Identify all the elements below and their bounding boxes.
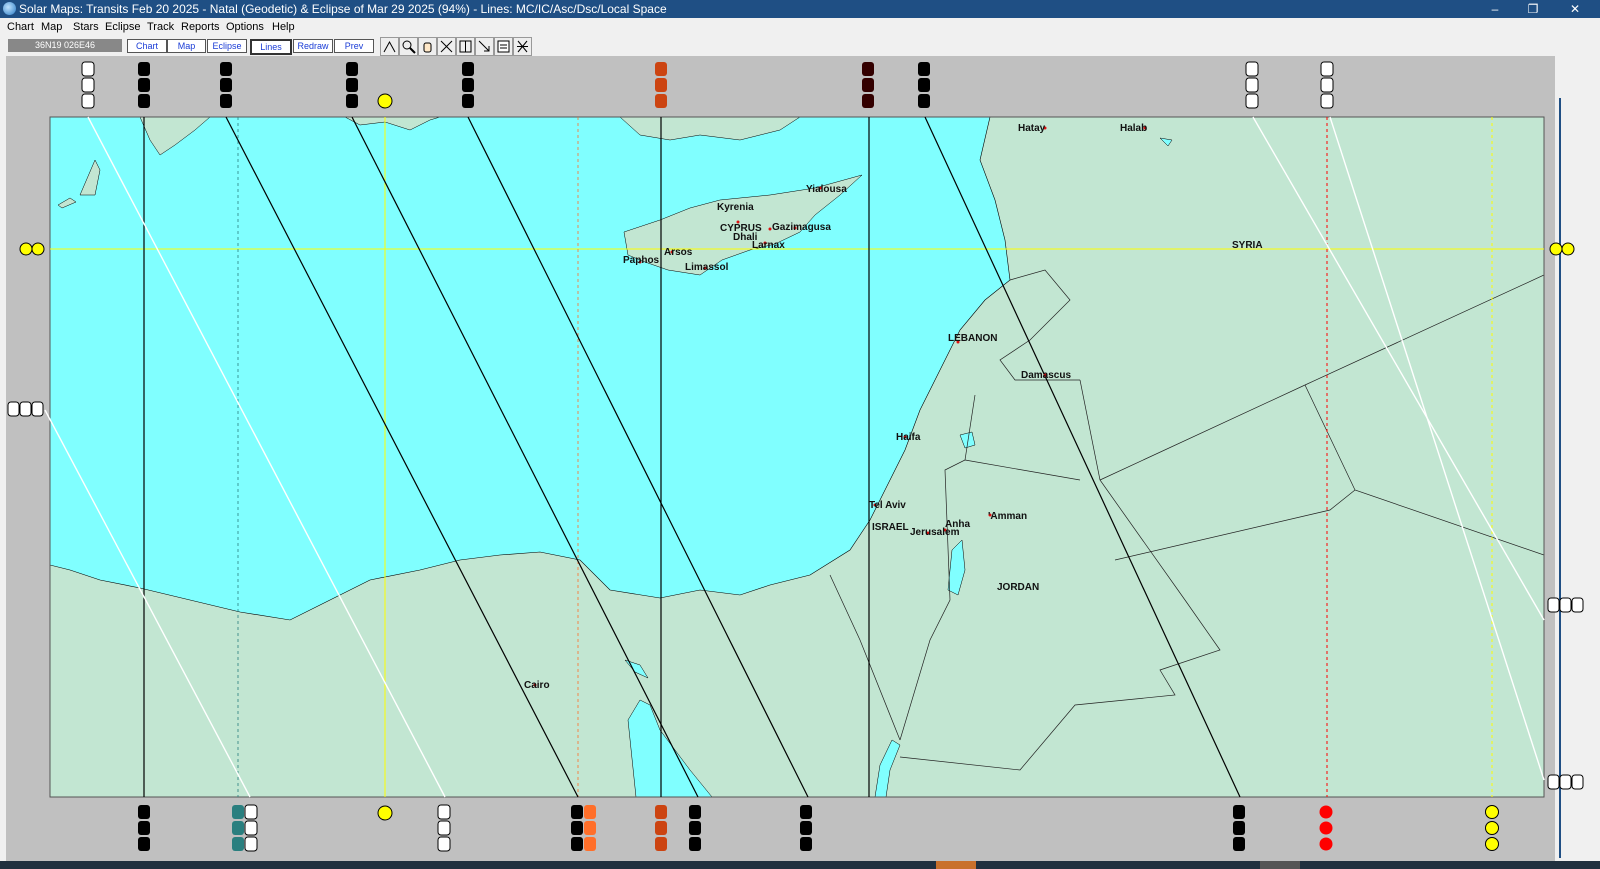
top-marker-saturn <box>862 62 874 108</box>
label-kyrenia: Kyrenia <box>717 202 754 213</box>
map-canvas[interactable]: Hatay Halab SYRIA Kyrenia Yialousa CYPRU… <box>0 0 1600 869</box>
right-marker-sun-line <box>1549 242 1575 256</box>
top-marker-mercury <box>1245 61 1259 109</box>
top-marker-sun <box>377 93 393 109</box>
bottom-marker-uranus <box>437 804 451 852</box>
label-syria: SYRIA <box>1232 240 1263 251</box>
label-jordan: JORDAN <box>997 582 1039 593</box>
label-yialousa: Yialousa <box>806 184 847 195</box>
label-haifa: Haifa <box>896 432 921 443</box>
bottom-marker-mars <box>1233 805 1245 851</box>
top-marker-moon <box>1320 61 1334 109</box>
label-amman: 'Amman <box>988 511 1027 522</box>
bottom-marker-neptune <box>800 805 812 851</box>
left-marker-sun-line <box>19 242 45 256</box>
bottom-marker-venus <box>138 805 150 851</box>
top-marker-uranus <box>81 61 95 109</box>
bottom-marker-node <box>689 805 701 851</box>
label-halab: Halab <box>1120 123 1147 134</box>
top-marker-venus <box>138 62 150 108</box>
label-limassol: Limassol <box>685 262 729 273</box>
left-marker-white-line <box>7 401 44 417</box>
top-marker-node <box>346 62 358 108</box>
top-marker-jupiter <box>220 62 232 108</box>
right-marker-white-line-1 <box>1547 597 1584 613</box>
bottom-marker-teal <box>232 804 258 852</box>
right-marker-white-line-2 <box>1547 774 1584 790</box>
map-geography <box>50 117 1544 797</box>
top-marker-pluto <box>655 62 667 108</box>
label-cairo: Cairo <box>524 680 550 691</box>
top-marker-neptune <box>462 62 474 108</box>
bottom-glyph-markers[interactable] <box>138 804 1499 852</box>
bottom-marker-jupiter <box>571 805 596 851</box>
label-arsos: Arsos <box>664 247 693 258</box>
label-larnax: Larnax <box>752 240 785 251</box>
bottom-marker-sun-ic <box>1485 805 1499 851</box>
bottom-marker-sun <box>377 805 393 821</box>
label-tel-aviv: Tel Aviv <box>869 500 906 511</box>
bottom-marker-mars-red <box>1319 805 1333 851</box>
label-hatay: Hatay <box>1018 123 1046 134</box>
label-israel: ISRAEL <box>872 522 909 533</box>
bottom-marker-pluto <box>655 805 667 851</box>
top-marker-mars <box>918 62 930 108</box>
label-lebanon: LEBANON <box>948 333 997 344</box>
label-gazimagusa: Gazimagusa <box>772 222 831 233</box>
top-glyph-markers[interactable] <box>81 61 1334 109</box>
label-jerusalem: Jerusalem <box>910 527 960 538</box>
label-damascus: Damascus <box>1021 370 1071 381</box>
label-paphos: Paphos <box>623 255 660 266</box>
